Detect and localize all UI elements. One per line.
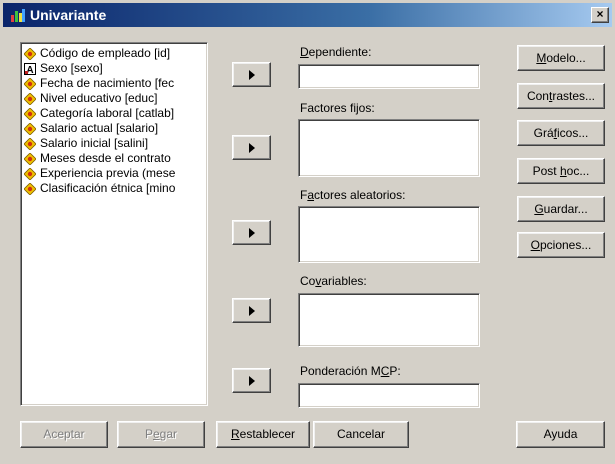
move-to-factores-fijos-button[interactable] [232,135,271,160]
right-arrow-icon [249,376,255,386]
variable-label: Salario actual [salario] [40,121,159,135]
variable-item[interactable]: Nivel educativo [educ] [24,91,204,106]
scale-icon [24,106,37,121]
cancelar-label: Cancelar [336,427,386,441]
move-to-covariables-button[interactable] [232,298,271,323]
aceptar-button[interactable]: Aceptar [20,421,108,448]
post-hoc-button[interactable]: Post hoc... [517,158,605,184]
dependiente-label: Dependiente: [300,45,372,59]
window-title: Univariante [30,7,107,23]
covariables-label: Covariables: [300,274,367,288]
aceptar-label: Aceptar [43,427,85,441]
variable-label: Código de empleado [id] [40,46,171,60]
variable-label: Clasificación étnica [mino [40,181,176,195]
factores-aleatorios-label: Factores aleatorios: [300,188,406,202]
restablecer-label: Restablecer [230,427,296,441]
variable-item[interactable]: Clasificación étnica [mino [24,181,204,196]
variable-item[interactable]: Salario inicial [salini] [24,136,204,151]
variable-item[interactable]: Meses desde el contrato [24,151,204,166]
opciones-label: Opciones... [530,238,592,252]
move-to-dependiente-button[interactable] [232,62,271,87]
right-arrow-icon [249,306,255,316]
post-hoc-label: Post hoc... [532,164,590,178]
scale-icon [24,121,37,136]
scale-icon [24,136,37,151]
contrastes-label: Contrastes... [526,89,596,103]
scale-icon [24,181,37,196]
factores-fijos-list[interactable] [298,119,480,177]
scale-icon [24,151,37,166]
cancelar-button[interactable]: Cancelar [313,421,409,448]
variable-item[interactable]: Fecha de nacimiento [fec [24,76,204,91]
variable-list[interactable]: Código de empleado [id] A Sexo [sexo] Fecha… [20,42,208,406]
restablecer-button[interactable]: Restablecer [216,421,310,448]
variable-label: Meses desde el contrato [40,151,171,165]
opciones-button[interactable]: Opciones... [517,232,605,258]
scale-icon [24,166,37,181]
modelo-label: Modelo... [536,51,586,65]
ponderacion-mcp-label: Ponderación MCP: [300,364,401,378]
modelo-button[interactable]: Modelo... [517,45,605,71]
string-icon: A [24,62,36,76]
move-to-ponderacion-button[interactable] [232,368,271,393]
covariables-list[interactable] [298,293,480,347]
contrastes-button[interactable]: Contrastes... [517,83,605,109]
right-arrow-icon [249,70,255,80]
variable-label: Experiencia previa (mese [40,166,176,180]
scale-icon [24,91,37,106]
guardar-label: Guardar... [534,202,588,216]
variable-item[interactable]: Categoría laboral [catlab] [24,106,204,121]
variable-label: Salario inicial [salini] [40,136,149,150]
univariante-dialog: Univariante × Código de empleado [id] A Se… [0,0,615,464]
factores-aleatorios-list[interactable] [298,206,480,263]
guardar-button[interactable]: Guardar... [517,196,605,222]
ponderacion-mcp-field[interactable] [298,383,480,408]
variable-label: Fecha de nacimiento [fec [40,76,175,90]
move-to-factores-aleatorios-button[interactable] [232,220,271,245]
variable-item[interactable]: A Sexo [sexo] [24,61,204,76]
variable-label: Nivel educativo [educ] [40,91,158,105]
dependiente-field[interactable] [298,64,480,89]
ayuda-button[interactable]: Ayuda [516,421,605,448]
spss-app-icon [11,9,25,22]
factores-fijos-label: Factores fijos: [300,101,375,115]
right-arrow-icon [249,143,255,153]
right-arrow-icon [249,228,255,238]
variable-label: Sexo [sexo] [40,61,103,75]
scale-icon [24,76,37,91]
graficos-label: Gráficos... [533,126,589,140]
close-icon: × [596,7,604,21]
graficos-button[interactable]: Gráficos... [517,120,605,146]
variable-item[interactable]: Código de empleado [id] [24,46,204,61]
pegar-button[interactable]: Pegar [117,421,205,448]
pegar-label: Pegar [144,427,178,441]
title-bar[interactable]: Univariante × [3,3,612,27]
variable-item[interactable]: Salario actual [salario] [24,121,204,136]
scale-icon [24,46,37,61]
variable-item[interactable]: Experiencia previa (mese [24,166,204,181]
variable-label: Categoría laboral [catlab] [40,106,175,120]
close-button[interactable]: × [591,7,609,23]
ayuda-label: Ayuda [543,427,578,441]
